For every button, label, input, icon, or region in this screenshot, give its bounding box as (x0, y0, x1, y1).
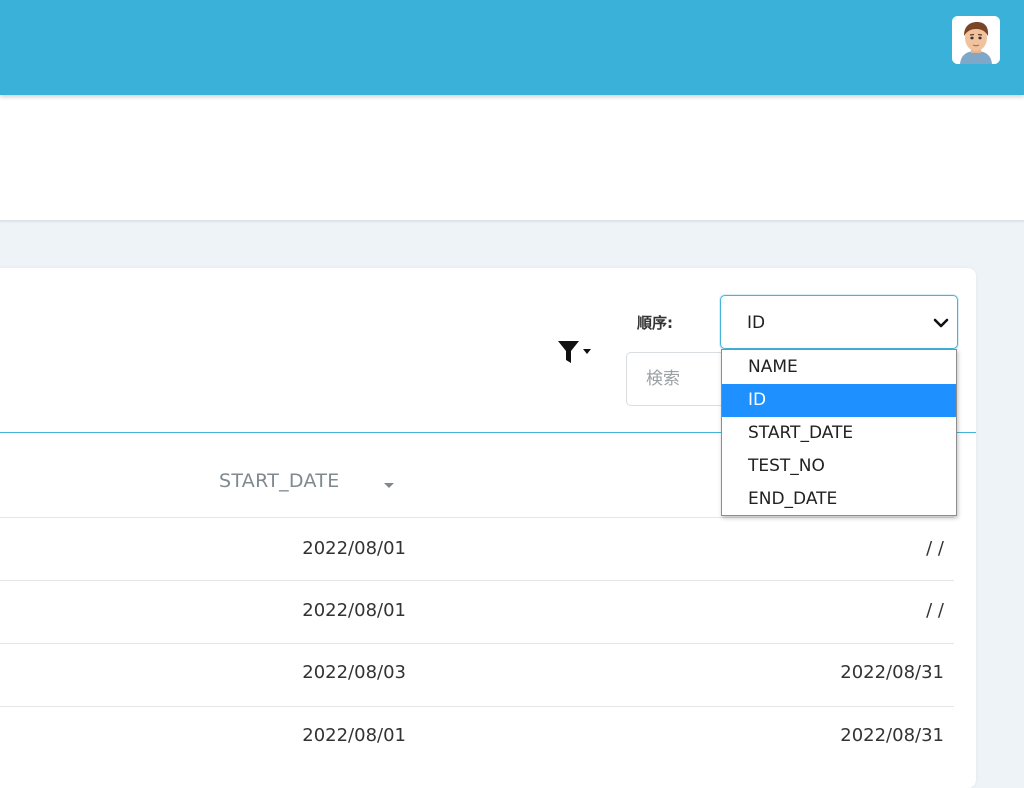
end-date-cell: / / (926, 538, 944, 559)
column-header-start-date[interactable]: START_DATE (219, 470, 340, 492)
table-row-divider (0, 580, 954, 581)
filter-icon (558, 341, 591, 363)
end-date-cell: 2022/08/31 (840, 725, 944, 746)
order-option-name[interactable]: NAME (722, 351, 956, 384)
table-row-divider (0, 706, 954, 707)
table-row-divider (0, 517, 954, 518)
order-dropdown-list: NAME ID START_DATE TEST_NO END_DATE (721, 349, 957, 516)
end-date-cell: 2022/08/31 (840, 662, 944, 683)
table-row-divider (0, 643, 954, 644)
order-selected-value: ID (747, 313, 766, 333)
order-select[interactable]: ID (720, 295, 958, 349)
chevron-down-icon (933, 318, 949, 328)
sort-caret-icon[interactable] (382, 480, 396, 490)
start-date-cell: 2022/08/01 (302, 600, 406, 621)
user-avatar-icon[interactable] (952, 16, 1000, 64)
order-option-test-no[interactable]: TEST_NO (722, 450, 956, 483)
order-option-end-date[interactable]: END_DATE (722, 483, 956, 516)
top-navigation-bar (0, 0, 1024, 95)
start-date-cell: 2022/08/01 (302, 538, 406, 559)
order-label: 順序: (637, 314, 673, 332)
start-date-cell: 2022/08/03 (302, 662, 406, 683)
page-subheader (0, 95, 1024, 221)
order-option-start-date[interactable]: START_DATE (722, 417, 956, 450)
start-date-cell: 2022/08/01 (302, 725, 406, 746)
filter-button[interactable] (556, 338, 598, 368)
end-date-cell: / / (926, 600, 944, 621)
order-option-id[interactable]: ID (722, 384, 956, 417)
